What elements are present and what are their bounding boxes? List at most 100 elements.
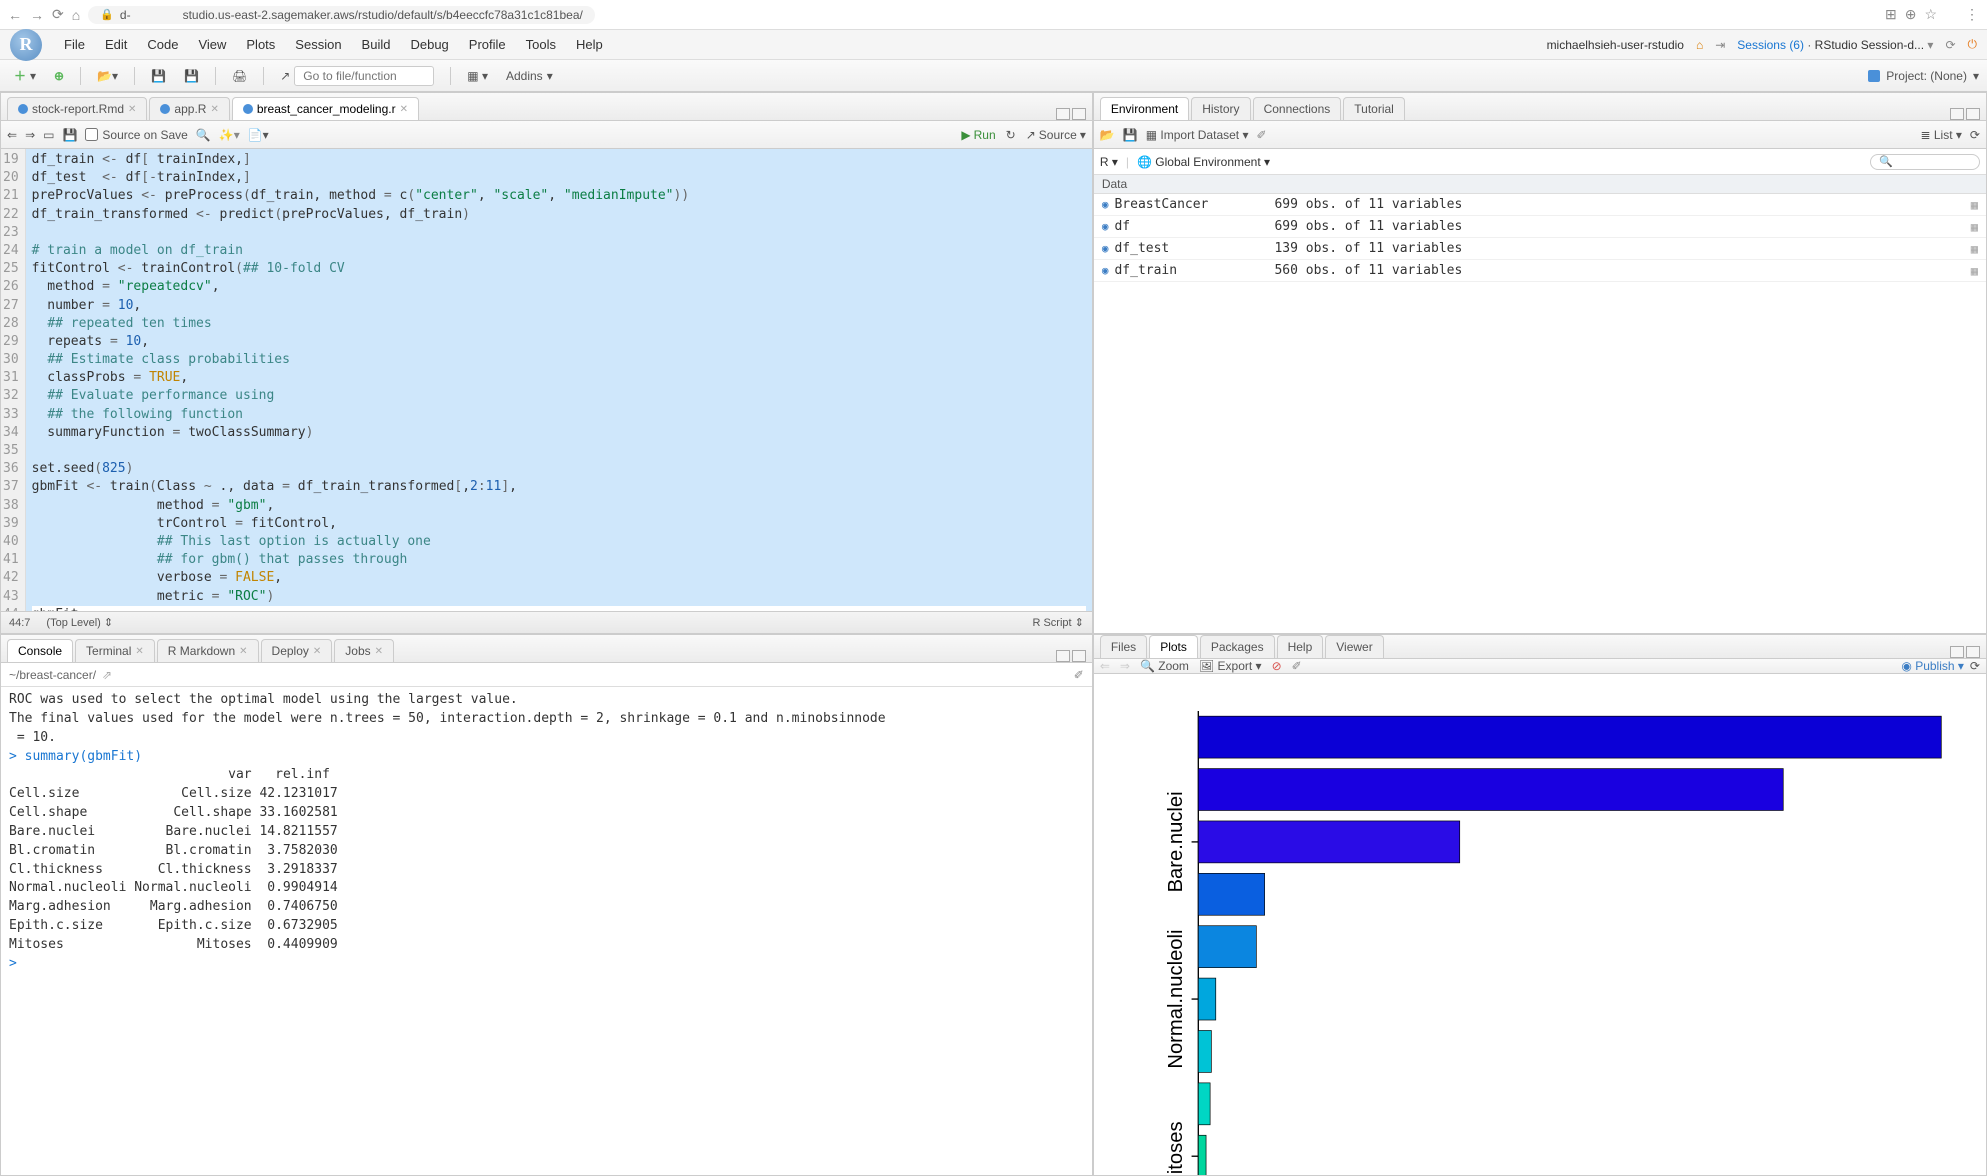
maximize-pane-icon[interactable] — [1072, 650, 1086, 662]
console-tab-deploy[interactable]: Deploy✕ — [261, 639, 333, 662]
maximize-pane-icon[interactable] — [1966, 646, 1980, 658]
new-file-button[interactable]: ＋▾ — [8, 65, 42, 86]
refresh-plot-icon[interactable]: ⟳ — [1970, 659, 1980, 673]
save-file-icon[interactable]: 💾 — [62, 128, 77, 142]
env-scope-selector[interactable]: 🌐 Global Environment ▾ — [1137, 155, 1270, 169]
minimize-pane-icon[interactable] — [1950, 108, 1964, 120]
editor-tab[interactable]: app.R✕ — [149, 97, 229, 120]
menu-code[interactable]: Code — [137, 33, 188, 56]
env-tab-environment[interactable]: Environment — [1100, 97, 1189, 120]
zoom-icon[interactable]: ⊕ — [1905, 6, 1917, 23]
grid-button[interactable]: ▦ ▾ — [461, 67, 494, 85]
env-tab-tutorial[interactable]: Tutorial — [1343, 97, 1405, 120]
menu-help[interactable]: Help — [566, 33, 613, 56]
view-data-icon[interactable]: ▦ — [1971, 264, 1978, 278]
new-project-button[interactable]: ⊕ — [48, 67, 70, 85]
menu-tools[interactable]: Tools — [516, 33, 566, 56]
rerun-icon[interactable]: ↻ — [1006, 128, 1016, 142]
prev-plot-icon[interactable]: ⇐ — [1100, 659, 1110, 673]
project-label[interactable]: Project: (None) — [1886, 69, 1967, 83]
list-view-button[interactable]: ≣ List ▾ — [1920, 128, 1961, 142]
clear-plots-icon[interactable]: ✐ — [1292, 659, 1302, 673]
menu-profile[interactable]: Profile — [459, 33, 516, 56]
minimize-pane-icon[interactable] — [1950, 646, 1964, 658]
menu-build[interactable]: Build — [352, 33, 401, 56]
plot-tab-plots[interactable]: Plots — [1149, 635, 1198, 658]
power-icon[interactable]: ⏻ — [1968, 37, 1978, 52]
save-all-button[interactable]: 💾 — [178, 67, 205, 85]
source-on-save-checkbox[interactable]: Source on Save — [85, 128, 187, 142]
reload-icon[interactable]: ⟳ — [52, 6, 64, 23]
kebab-icon[interactable]: ⋮ — [1965, 6, 1979, 23]
file-type-selector[interactable]: R Script ⇕ — [1032, 616, 1083, 629]
wand-icon[interactable]: ✨▾ — [219, 128, 240, 142]
translate-icon[interactable]: ⊞ — [1885, 6, 1897, 23]
editor-tab[interactable]: stock-report.Rmd✕ — [7, 97, 147, 120]
menu-plots[interactable]: Plots — [236, 33, 285, 56]
env-row[interactable]: ◉df699 obs. of 11 variables▦ — [1094, 216, 1986, 238]
remove-plot-icon[interactable]: ⊘ — [1272, 659, 1282, 673]
console-output[interactable]: ROC was used to select the optimal model… — [1, 687, 1092, 1175]
menu-edit[interactable]: Edit — [95, 33, 137, 56]
menu-debug[interactable]: Debug — [400, 33, 458, 56]
forward-icon[interactable]: → — [30, 7, 44, 23]
sessions-link[interactable]: Sessions (6) — [1737, 38, 1807, 52]
code-editor[interactable]: 1920212223242526272829303132333435363738… — [1, 149, 1092, 611]
open-file-button[interactable]: 📂▾ — [91, 67, 124, 85]
close-icon[interactable]: ✕ — [375, 646, 383, 657]
env-tab-history[interactable]: History — [1191, 97, 1250, 120]
plot-tab-help[interactable]: Help — [1277, 635, 1324, 658]
editor-tab[interactable]: breast_cancer_modeling.r✕ — [232, 97, 419, 120]
close-icon[interactable]: ✕ — [128, 104, 136, 115]
find-icon[interactable]: 🔍 — [196, 128, 211, 142]
url-bar[interactable]: 🔒 d- studio.us-east-2.sagemaker.aws/rstu… — [88, 6, 595, 24]
report-icon[interactable]: 📄▾ — [248, 128, 269, 142]
close-icon[interactable]: ✕ — [239, 646, 247, 657]
console-tab-console[interactable]: Console — [7, 639, 73, 662]
close-icon[interactable]: ✕ — [135, 646, 143, 657]
star-icon[interactable]: ☆ — [1924, 6, 1937, 23]
export-button[interactable]: 🖼 Export ▾ — [1199, 659, 1262, 673]
console-tab-terminal[interactable]: Terminal✕ — [75, 639, 155, 662]
back-icon[interactable]: ← — [8, 7, 22, 23]
home-icon[interactable]: ⌂ — [72, 7, 80, 23]
load-workspace-icon[interactable]: 📂 — [1100, 128, 1115, 142]
publish-button[interactable]: ◉ Publish ▾ — [1901, 659, 1964, 673]
scope-selector[interactable]: (Top Level) ⇕ — [46, 616, 113, 629]
language-selector[interactable]: R ▾ — [1100, 155, 1118, 169]
maximize-pane-icon[interactable] — [1966, 108, 1980, 120]
env-row[interactable]: ◉df_train560 obs. of 11 variables▦ — [1094, 260, 1986, 282]
forward-nav-icon[interactable]: ⇒ — [25, 128, 35, 142]
plot-tab-viewer[interactable]: Viewer — [1325, 635, 1383, 658]
exit-icon[interactable]: ⇥ — [1715, 38, 1725, 52]
env-row[interactable]: ◉df_test139 obs. of 11 variables▦ — [1094, 238, 1986, 260]
run-button[interactable]: ▶ Run — [961, 128, 995, 142]
show-in-new-window-icon[interactable]: ▭ — [43, 128, 54, 142]
minimize-pane-icon[interactable] — [1056, 650, 1070, 662]
env-row[interactable]: ◉BreastCancer699 obs. of 11 variables▦ — [1094, 194, 1986, 216]
refresh-session-icon[interactable]: ⟳ — [1945, 38, 1955, 52]
menu-session[interactable]: Session — [285, 33, 351, 56]
close-icon[interactable]: ✕ — [210, 104, 218, 115]
home-nav-icon[interactable]: ⌂ — [1696, 38, 1703, 52]
zoom-button[interactable]: 🔍 Zoom — [1140, 659, 1189, 673]
view-data-icon[interactable]: ▦ — [1971, 242, 1978, 256]
refresh-env-icon[interactable]: ⟳ — [1970, 128, 1980, 142]
console-tab-jobs[interactable]: Jobs✕ — [334, 639, 394, 662]
view-data-icon[interactable]: ▦ — [1971, 220, 1978, 234]
plot-tab-packages[interactable]: Packages — [1200, 635, 1275, 658]
close-icon[interactable]: ✕ — [400, 104, 408, 115]
goto-file[interactable]: ↗ — [274, 64, 440, 88]
open-folder-icon[interactable]: ⇗ — [102, 668, 112, 682]
close-icon[interactable]: ✕ — [313, 646, 321, 657]
menu-view[interactable]: View — [188, 33, 236, 56]
minimize-pane-icon[interactable] — [1056, 108, 1070, 120]
addins-button[interactable]: Addins ▾ — [500, 67, 559, 85]
next-plot-icon[interactable]: ⇒ — [1120, 659, 1130, 673]
env-search-input[interactable] — [1870, 154, 1980, 170]
import-dataset-button[interactable]: ▦ Import Dataset ▾ — [1146, 128, 1249, 142]
menu-file[interactable]: File — [54, 33, 95, 56]
save-button[interactable]: 💾 — [145, 67, 172, 85]
save-workspace-icon[interactable]: 💾 — [1123, 128, 1138, 142]
plot-tab-files[interactable]: Files — [1100, 635, 1147, 658]
